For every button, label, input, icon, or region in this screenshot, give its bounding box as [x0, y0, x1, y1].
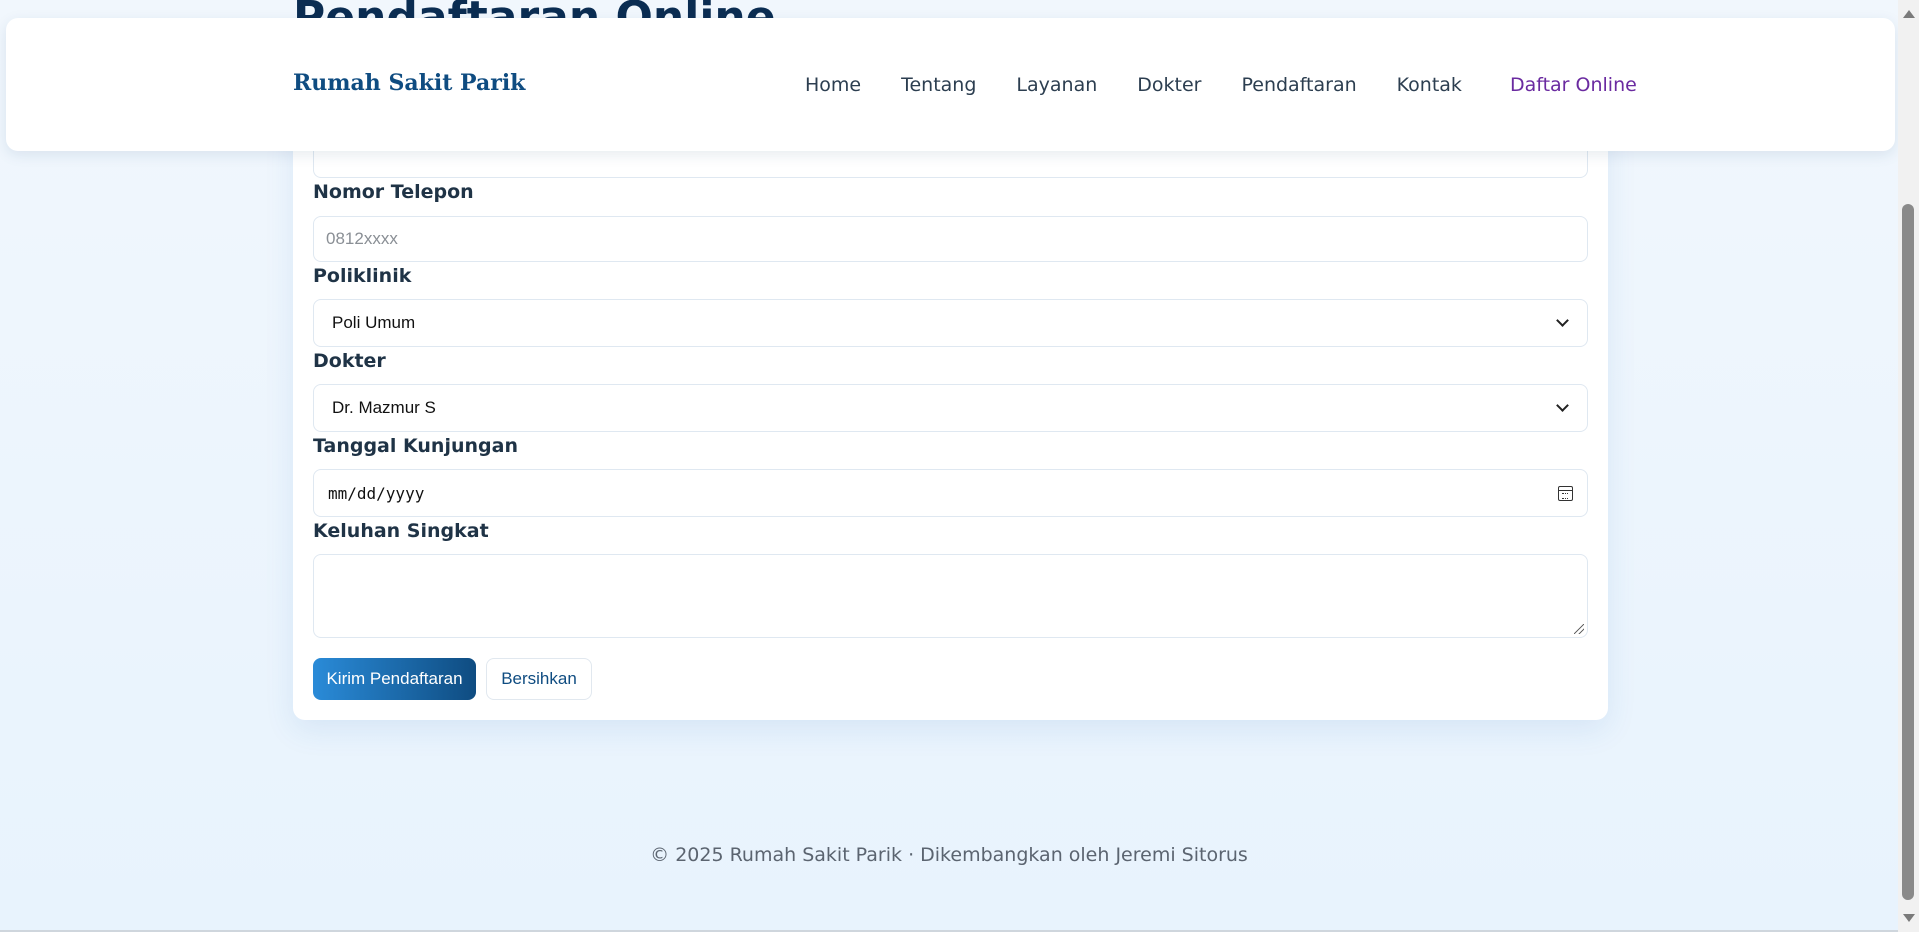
resize-handle-icon[interactable] — [1574, 624, 1584, 634]
brand-logo-text[interactable]: Rumah Sakit Parik — [293, 70, 525, 96]
page-viewport: Pendaftaran Online Nomor Telepon 0812xxx… — [0, 0, 1898, 932]
submit-button[interactable]: Kirim Pendaftaran — [313, 658, 476, 700]
phone-label: Nomor Telepon — [313, 181, 474, 203]
tanggal-placeholder: mm/dd/yyyy — [328, 483, 425, 503]
keluhan-label: Keluhan Singkat — [313, 520, 489, 542]
nav-link-layanan[interactable]: Layanan — [1016, 74, 1097, 96]
registration-form-card: Nomor Telepon 0812xxxx Poliklinik Poli U… — [293, 120, 1608, 720]
calendar-icon[interactable] — [1558, 485, 1573, 501]
dokter-select[interactable]: Dr. Mazmur S — [313, 384, 1588, 432]
nav-link-tentang[interactable]: Tentang — [901, 74, 976, 96]
chevron-down-icon — [1556, 399, 1569, 412]
nav-link-daftar-online[interactable]: Daftar Online — [1510, 74, 1637, 96]
scrollbar-thumb[interactable] — [1902, 204, 1914, 900]
footer-text: © 2025 Rumah Sakit Parik · Dikembangkan … — [650, 844, 1248, 866]
vertical-scrollbar[interactable] — [1898, 0, 1919, 932]
nav-links: Home Tentang Layanan Dokter Pendaftaran … — [805, 74, 1637, 96]
reset-button[interactable]: Bersihkan — [486, 658, 592, 700]
chevron-down-icon — [1556, 314, 1569, 327]
phone-input[interactable]: 0812xxxx — [313, 216, 1588, 262]
tanggal-date-input[interactable]: mm/dd/yyyy — [313, 469, 1588, 517]
dokter-label: Dokter — [313, 350, 386, 372]
tanggal-label: Tanggal Kunjungan — [313, 435, 518, 457]
scroll-down-arrow-icon[interactable] — [1903, 914, 1915, 922]
nav-link-home[interactable]: Home — [805, 74, 861, 96]
nav-link-dokter[interactable]: Dokter — [1137, 74, 1201, 96]
poliklinik-selected-value: Poli Umum — [332, 313, 416, 332]
nav-link-pendaftaran[interactable]: Pendaftaran — [1241, 74, 1356, 96]
top-navbar: Rumah Sakit Parik Home Tentang Layanan D… — [6, 18, 1895, 151]
keluhan-textarea[interactable] — [313, 554, 1588, 638]
nav-link-kontak[interactable]: Kontak — [1397, 74, 1462, 96]
poliklinik-select[interactable]: Poli Umum — [313, 299, 1588, 347]
dokter-selected-value: Dr. Mazmur S — [332, 398, 436, 417]
phone-placeholder: 0812xxxx — [326, 229, 398, 248]
poliklinik-label: Poliklinik — [313, 265, 412, 287]
scroll-up-arrow-icon[interactable] — [1903, 10, 1915, 18]
